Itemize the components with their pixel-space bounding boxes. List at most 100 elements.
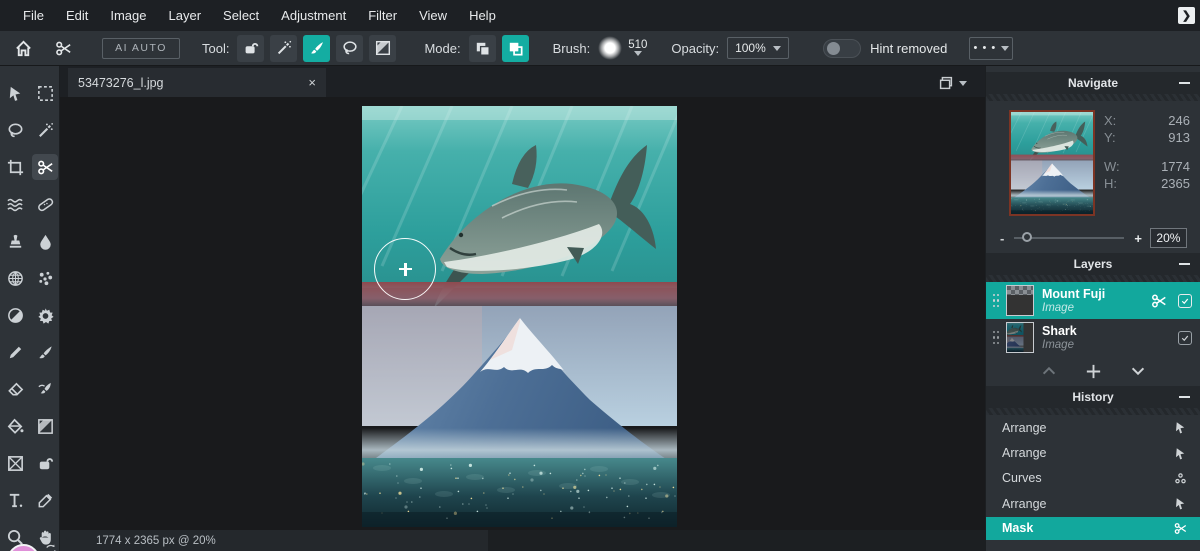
menu-select[interactable]: Select — [212, 8, 270, 23]
layers-header[interactable]: Layers — [986, 253, 1200, 275]
zoom-slider[interactable] — [1014, 237, 1124, 239]
magic-cutout-button[interactable] — [270, 35, 297, 62]
layer-visibility-checkbox[interactable] — [1178, 294, 1192, 308]
arrange-tool[interactable] — [2, 80, 28, 106]
layer-type: Image — [1042, 338, 1077, 352]
menu-image[interactable]: Image — [99, 8, 157, 23]
menu-view[interactable]: View — [408, 8, 458, 23]
brush-label: Brush: — [553, 41, 591, 56]
fill-tool[interactable] — [2, 413, 28, 439]
layer-row-shark[interactable]: Shark Image — [986, 319, 1200, 356]
layer-visibility-checkbox[interactable] — [1178, 331, 1192, 345]
history-item-curves[interactable]: Curves — [986, 466, 1200, 491]
history-label: Arrange — [1002, 421, 1046, 435]
cutout-tool-icon[interactable] — [48, 39, 78, 58]
smudge-tool[interactable] — [32, 450, 58, 476]
tool-sidebar — [0, 66, 60, 551]
more-options-button[interactable]: • • • — [969, 37, 1013, 60]
navigate-body: X:246 Y:913 W:1774 H:2365 - + 20% — [986, 101, 1200, 253]
eyedropper-tool[interactable] — [32, 487, 58, 513]
history-item-arrange-3[interactable]: Arrange — [986, 491, 1200, 516]
menu-edit[interactable]: Edit — [55, 8, 99, 23]
layer-name: Mount Fuji — [1042, 287, 1105, 301]
sharpen-tool[interactable] — [32, 302, 58, 328]
brush-size-value: 510 — [628, 40, 647, 51]
menu-filter[interactable]: Filter — [357, 8, 408, 23]
h-label: H: — [1104, 176, 1117, 191]
brush-size-stepper[interactable]: 510 — [628, 40, 647, 56]
gradient-tool[interactable] — [32, 413, 58, 439]
distort-tool[interactable] — [2, 265, 28, 291]
history-header[interactable]: History — [986, 386, 1200, 408]
move-layer-down-icon[interactable] — [1129, 362, 1147, 380]
heal-tool[interactable] — [32, 191, 58, 217]
lasso-tool[interactable] — [2, 117, 28, 143]
expand-panel-button[interactable]: ❯ — [1178, 7, 1195, 24]
draw-tool[interactable] — [32, 339, 58, 365]
canvas-area[interactable] — [60, 97, 985, 530]
navigate-title: Navigate — [1007, 76, 1179, 90]
collapse-icon[interactable] — [1179, 396, 1190, 398]
menu-layer[interactable]: Layer — [158, 8, 213, 23]
brush-preview[interactable] — [598, 36, 622, 60]
layer-grip-handle[interactable] — [992, 331, 1000, 345]
history-item-arrange-1[interactable]: Arrange — [986, 415, 1200, 440]
eraser-tool[interactable] — [2, 376, 28, 402]
close-tab-icon[interactable]: × — [308, 75, 316, 90]
move-layer-up-icon[interactable] — [1040, 362, 1058, 380]
navigate-header[interactable]: Navigate — [986, 72, 1200, 94]
menu-help[interactable]: Help — [458, 8, 507, 23]
toggle-knob — [827, 42, 840, 55]
text-tool[interactable] — [2, 487, 28, 513]
opacity-dropdown[interactable]: 100% — [727, 37, 789, 59]
hint-removed-toggle[interactable] — [823, 39, 861, 58]
collapse-icon[interactable] — [1179, 82, 1190, 84]
history-item-mask[interactable]: Mask — [986, 517, 1200, 540]
layer-grip-handle[interactable] — [992, 294, 1000, 308]
primary-color-swatch[interactable] — [7, 544, 40, 551]
lasso-cutout-button[interactable] — [336, 35, 363, 62]
zoom-level-field[interactable]: 20% — [1150, 228, 1187, 248]
gradient-cutout-button[interactable] — [369, 35, 396, 62]
mask-scissors-icon[interactable] — [1150, 292, 1168, 310]
zoom-slider-knob[interactable] — [1022, 232, 1032, 242]
photo-editor-app: File Edit Image Layer Select Adjustment … — [0, 0, 1200, 551]
wand-tool[interactable] — [32, 117, 58, 143]
zoom-out-button[interactable]: - — [1000, 231, 1004, 246]
mode-remove-button[interactable] — [469, 35, 496, 62]
windows-icon — [937, 74, 955, 92]
blur-tool[interactable] — [32, 228, 58, 254]
document-tab[interactable]: 53473276_l.jpg × — [68, 68, 326, 97]
add-layer-icon[interactable] — [1084, 362, 1103, 381]
marquee-tool[interactable] — [32, 80, 58, 106]
layer-name: Shark — [1042, 324, 1077, 338]
menu-file[interactable]: File — [12, 8, 55, 23]
history-item-arrange-2[interactable]: Arrange — [986, 440, 1200, 465]
hint-removed-label: Hint removed — [870, 41, 947, 56]
more-dots: • • • — [974, 42, 997, 54]
cutout-tool-active[interactable] — [32, 154, 58, 180]
draw-cutout-button[interactable] — [303, 35, 330, 62]
canvas-image[interactable] — [362, 106, 677, 527]
pencil-tool[interactable] — [2, 339, 28, 365]
dodge-burn-tool[interactable] — [2, 302, 28, 328]
color-replace-tool[interactable] — [32, 376, 58, 402]
crop-tool[interactable] — [2, 154, 28, 180]
collapse-icon[interactable] — [1179, 263, 1190, 265]
zoom-in-button[interactable]: + — [1134, 231, 1142, 246]
navigate-thumbnail[interactable] — [1009, 110, 1095, 216]
pixelate-tool[interactable] — [32, 265, 58, 291]
clone-stamp-tool[interactable] — [2, 228, 28, 254]
layer-row-mount-fuji[interactable]: Mount Fuji Image — [986, 282, 1200, 319]
swap-colors-icon[interactable] — [44, 542, 58, 551]
shape-tool[interactable] — [2, 450, 28, 476]
home-icon[interactable] — [8, 39, 38, 58]
window-list-button[interactable] — [937, 74, 967, 92]
menu-bar: File Edit Image Layer Select Adjustment … — [0, 0, 1200, 31]
menu-adjustment[interactable]: Adjustment — [270, 8, 357, 23]
liquify-tool[interactable] — [2, 191, 28, 217]
ai-auto-button[interactable]: AI AUTO — [102, 38, 180, 59]
mode-add-button[interactable] — [502, 35, 529, 62]
layer-thumbnail — [1006, 322, 1034, 353]
shape-cutout-button[interactable] — [237, 35, 264, 62]
